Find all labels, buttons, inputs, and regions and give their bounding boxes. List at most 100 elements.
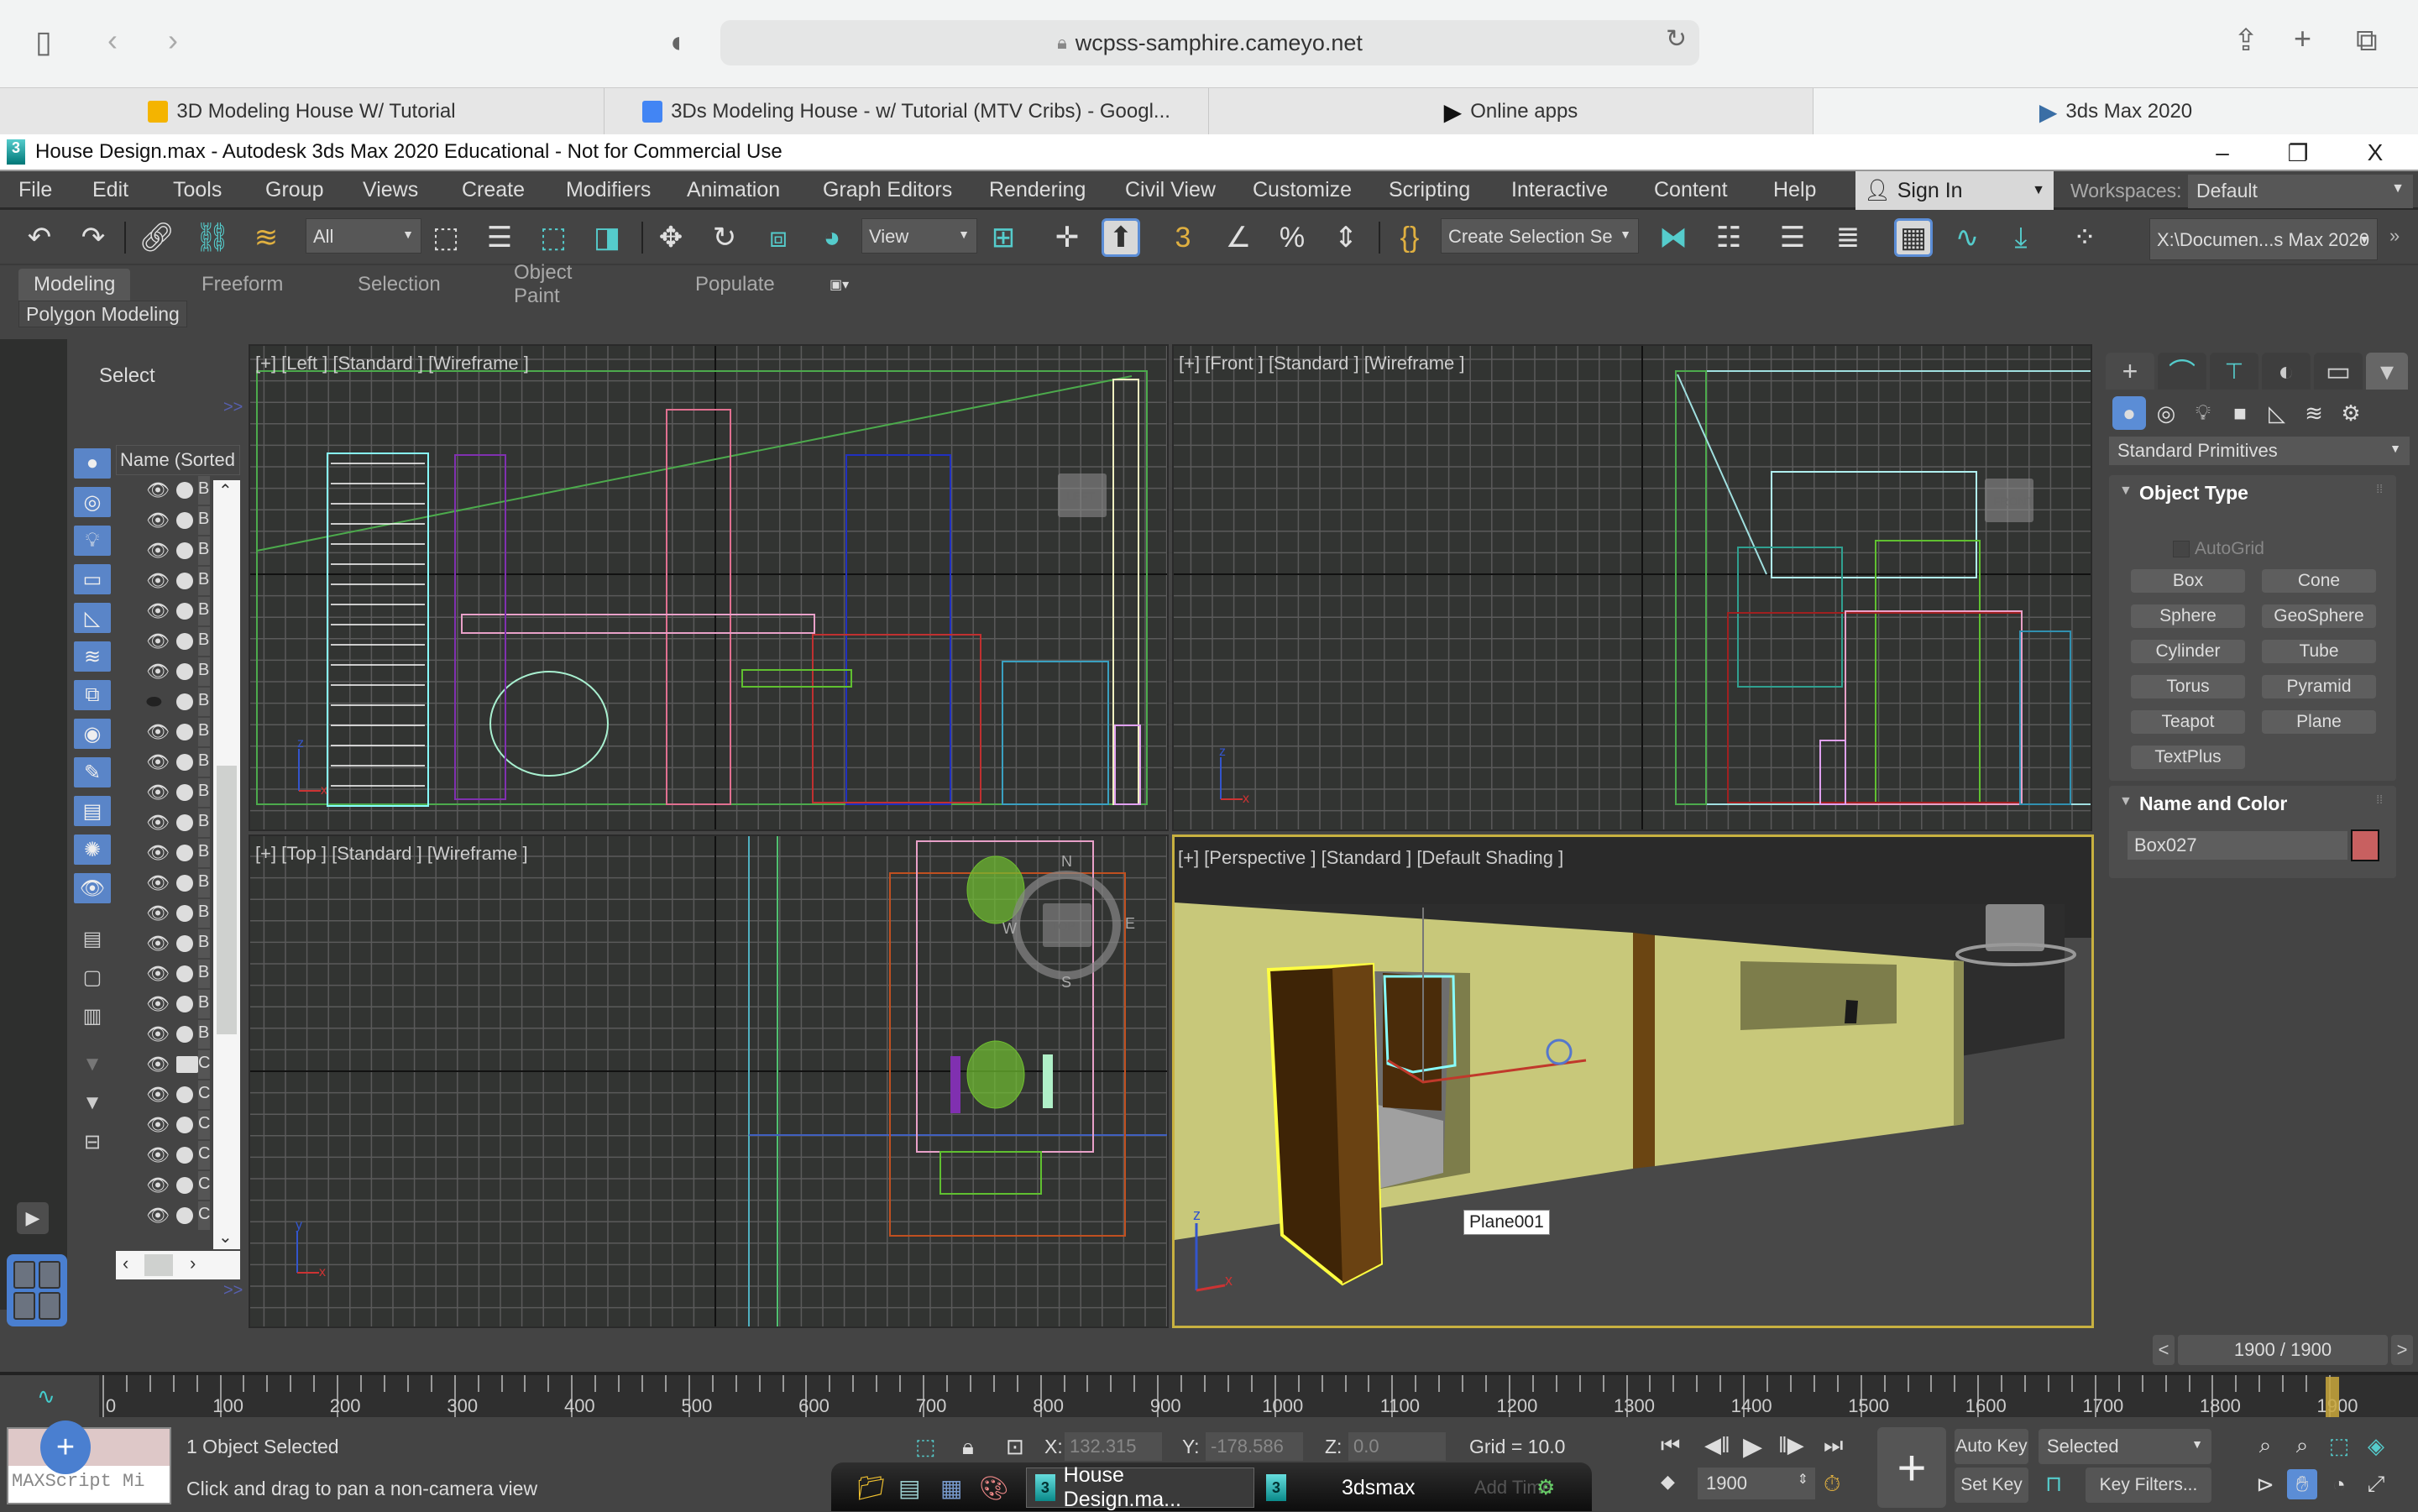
- filter-disabled-icon[interactable]: ▼: [74, 1049, 111, 1080]
- ribbon-tab-selection[interactable]: Selection: [343, 269, 456, 301]
- go-to-start-icon[interactable]: ⏮: [1661, 1432, 1680, 1459]
- spinner-arrows-icon[interactable]: ⇕: [1798, 1471, 1808, 1488]
- scroll-thumb[interactable]: [217, 766, 237, 1034]
- filter-icon[interactable]: ▼: [74, 1088, 111, 1118]
- scroll-down-icon[interactable]: ⌄: [218, 1227, 233, 1248]
- create-torus-button[interactable]: Torus: [2131, 675, 2245, 698]
- menu-modifiers[interactable]: Modifiers: [566, 178, 651, 202]
- selection-lock-icon[interactable]: 🔒︎: [962, 1434, 974, 1461]
- auto-key-button[interactable]: Auto Key: [1955, 1429, 2028, 1464]
- geometry-icon[interactable]: [176, 905, 193, 922]
- object-color-swatch[interactable]: [2351, 829, 2379, 861]
- space-warps-category-icon[interactable]: ≋: [2297, 396, 2331, 430]
- geometry-icon[interactable]: [176, 573, 193, 589]
- object-name[interactable]: B: [198, 627, 210, 656]
- camera-icon[interactable]: [176, 1056, 198, 1073]
- visible-eye-icon[interactable]: 👁︎: [146, 963, 170, 985]
- visible-eye-icon[interactable]: 👁︎: [146, 1023, 170, 1045]
- key-mode-toggle-icon[interactable]: ◆: [1661, 1471, 1675, 1493]
- play-icon[interactable]: ▶: [1743, 1432, 1762, 1462]
- lights-category-icon[interactable]: 💡︎: [2186, 396, 2220, 430]
- snaps-toggle-icon[interactable]: 3: [1164, 218, 1202, 257]
- visible-eye-icon[interactable]: 👁︎: [146, 661, 170, 683]
- scene-explorer-title[interactable]: Select: [99, 364, 155, 388]
- taskbar-item-house-design[interactable]: 3 House Design.ma...: [1026, 1463, 1254, 1511]
- unlink-icon[interactable]: ⛓︎: [193, 218, 232, 257]
- visible-eye-icon[interactable]: 👁︎: [146, 1144, 170, 1166]
- geometry-icon[interactable]: [176, 935, 193, 952]
- absolute-relative-toggle-icon[interactable]: ⊡: [1006, 1434, 1024, 1460]
- create-textplus-button[interactable]: TextPlus: [2131, 746, 2245, 769]
- orbit-icon[interactable]: ◔: [2324, 1469, 2354, 1499]
- menu-help[interactable]: Help: [1773, 178, 1816, 202]
- object-name[interactable]: B: [198, 960, 210, 988]
- menu-content[interactable]: Content: [1654, 178, 1728, 202]
- viewport-label[interactable]: [+] [Perspective ] [Standard ] [Default …: [1178, 847, 1563, 869]
- visible-eye-icon[interactable]: 👁︎: [146, 721, 170, 743]
- rectangular-selection-icon[interactable]: ⬚: [534, 218, 573, 257]
- drag-handle-icon[interactable]: ⁞⁞: [2376, 482, 2383, 495]
- geometry-icon[interactable]: [176, 1117, 193, 1133]
- key-filters-button[interactable]: Key Filters...: [2086, 1468, 2211, 1503]
- window-crossing-icon[interactable]: ◨: [588, 218, 626, 257]
- object-name[interactable]: C: [198, 1050, 210, 1079]
- frame-display[interactable]: 1900 / 1900: [2178, 1335, 2388, 1365]
- reference-coordinate-dropdown[interactable]: View ▼: [861, 218, 977, 254]
- filter-geometry-icon[interactable]: ●: [74, 448, 111, 479]
- filter-helpers-icon[interactable]: ◺: [74, 603, 111, 633]
- create-pyramid-button[interactable]: Pyramid: [2262, 675, 2376, 698]
- primitive-category-dropdown[interactable]: Standard Primitives ▼: [2109, 437, 2410, 465]
- collapse-caret-icon[interactable]: ▼: [2119, 484, 2133, 499]
- geometry-icon[interactable]: [176, 1026, 193, 1043]
- viewport-top[interactable]: TOP N E S Wy x [+] [Top ] [Standard ] [Wirefr…: [249, 834, 1169, 1328]
- filter-containers-icon[interactable]: ▤: [74, 796, 111, 826]
- go-to-end-icon[interactable]: ⏭: [1824, 1432, 1843, 1459]
- material-editor-icon[interactable]: ⁘: [2065, 218, 2104, 257]
- new-tab-icon[interactable]: +: [2294, 24, 2311, 54]
- more-tabs-dropdown[interactable]: ▾: [2366, 353, 2408, 390]
- object-name[interactable]: B: [198, 869, 210, 897]
- expand-layout-tabs-button[interactable]: ▶: [17, 1202, 49, 1234]
- file-explorer-icon[interactable]: 📁︎: [848, 1468, 895, 1508]
- current-frame-spinner[interactable]: 1900 ⇕: [1698, 1468, 1815, 1499]
- visible-eye-icon[interactable]: 👁︎: [146, 540, 170, 562]
- geometry-icon[interactable]: [176, 784, 193, 801]
- geometry-icon[interactable]: [176, 693, 193, 710]
- create-cone-button[interactable]: Cone: [2262, 569, 2376, 593]
- schematic-view-icon[interactable]: ⤓: [2002, 218, 2040, 257]
- create-cylinder-button[interactable]: Cylinder: [2131, 640, 2245, 663]
- visible-eye-icon[interactable]: 👁︎: [146, 782, 170, 803]
- viewport-label[interactable]: [+] [Left ] [Standard ] [Wireframe ]: [255, 353, 529, 374]
- select-by-name-icon[interactable]: ☰: [480, 218, 519, 257]
- visible-eye-icon[interactable]: 👁︎: [146, 570, 170, 592]
- visible-eye-icon[interactable]: 👁︎: [146, 993, 170, 1015]
- object-name-input[interactable]: Box027: [2128, 831, 2347, 860]
- create-plane-button[interactable]: Plane: [2262, 710, 2376, 734]
- object-name[interactable]: B: [198, 688, 210, 716]
- polygon-modeling-panel[interactable]: Polygon Modeling: [18, 301, 187, 327]
- object-name[interactable]: B: [198, 476, 210, 505]
- hidden-eye-icon[interactable]: ⬬: [146, 691, 162, 713]
- mirror-icon[interactable]: ⧓: [1654, 218, 1693, 257]
- viewport-left[interactable]: LEFT z x [+] [Left ] [Standard ] [Wirefram…: [249, 344, 1169, 831]
- visible-eye-icon[interactable]: 👁︎: [146, 1084, 170, 1106]
- menu-file[interactable]: File: [18, 178, 52, 202]
- expand-chevron-icon[interactable]: >>: [223, 398, 243, 417]
- expand-chevron-icon[interactable]: >>: [223, 1281, 243, 1300]
- close-button[interactable]: X: [2346, 134, 2405, 171]
- set-keys-button[interactable]: +: [1877, 1427, 1946, 1508]
- filter-frozen-icon[interactable]: 👁︎: [74, 873, 111, 903]
- menu-rendering[interactable]: Rendering: [989, 178, 1086, 202]
- undo-icon[interactable]: ↶: [20, 218, 59, 257]
- x-coordinate-field[interactable]: 132.315: [1065, 1432, 1162, 1461]
- toggle-ribbon-icon[interactable]: ▦: [1894, 218, 1933, 257]
- restore-button[interactable]: ❐: [2269, 134, 2327, 171]
- systems-category-icon[interactable]: ⚙: [2334, 396, 2368, 430]
- geometry-icon[interactable]: [176, 1086, 193, 1103]
- object-name[interactable]: B: [198, 506, 210, 535]
- viewport-label[interactable]: [+] [Front ] [Standard ] [Wireframe ]: [1179, 353, 1465, 374]
- placement-icon[interactable]: ◕: [813, 218, 851, 257]
- helpers-category-icon[interactable]: ◺: [2260, 396, 2294, 430]
- toggle-scene-explorer-icon[interactable]: ☰: [1773, 218, 1812, 257]
- forward-icon[interactable]: ›: [168, 25, 178, 55]
